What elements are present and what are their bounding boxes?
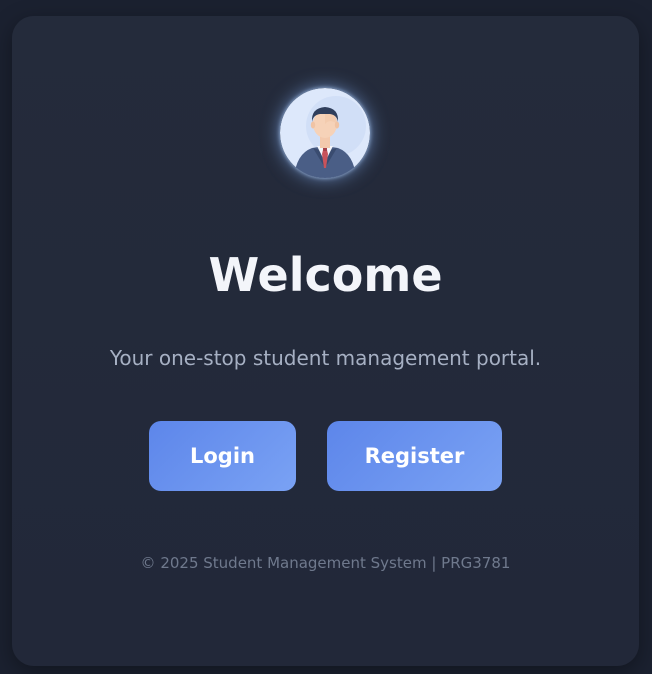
footer-copyright: © 2025 Student Management System | PRG37… <box>140 554 511 572</box>
businessman-avatar-icon <box>280 88 370 178</box>
register-button[interactable]: Register <box>327 421 502 491</box>
welcome-card: Welcome Your one-stop student management… <box>12 16 639 666</box>
login-button[interactable]: Login <box>149 421 296 491</box>
page-subtitle: Your one-stop student management portal. <box>109 346 542 370</box>
page-title: Welcome <box>208 248 443 302</box>
avatar <box>280 88 370 178</box>
